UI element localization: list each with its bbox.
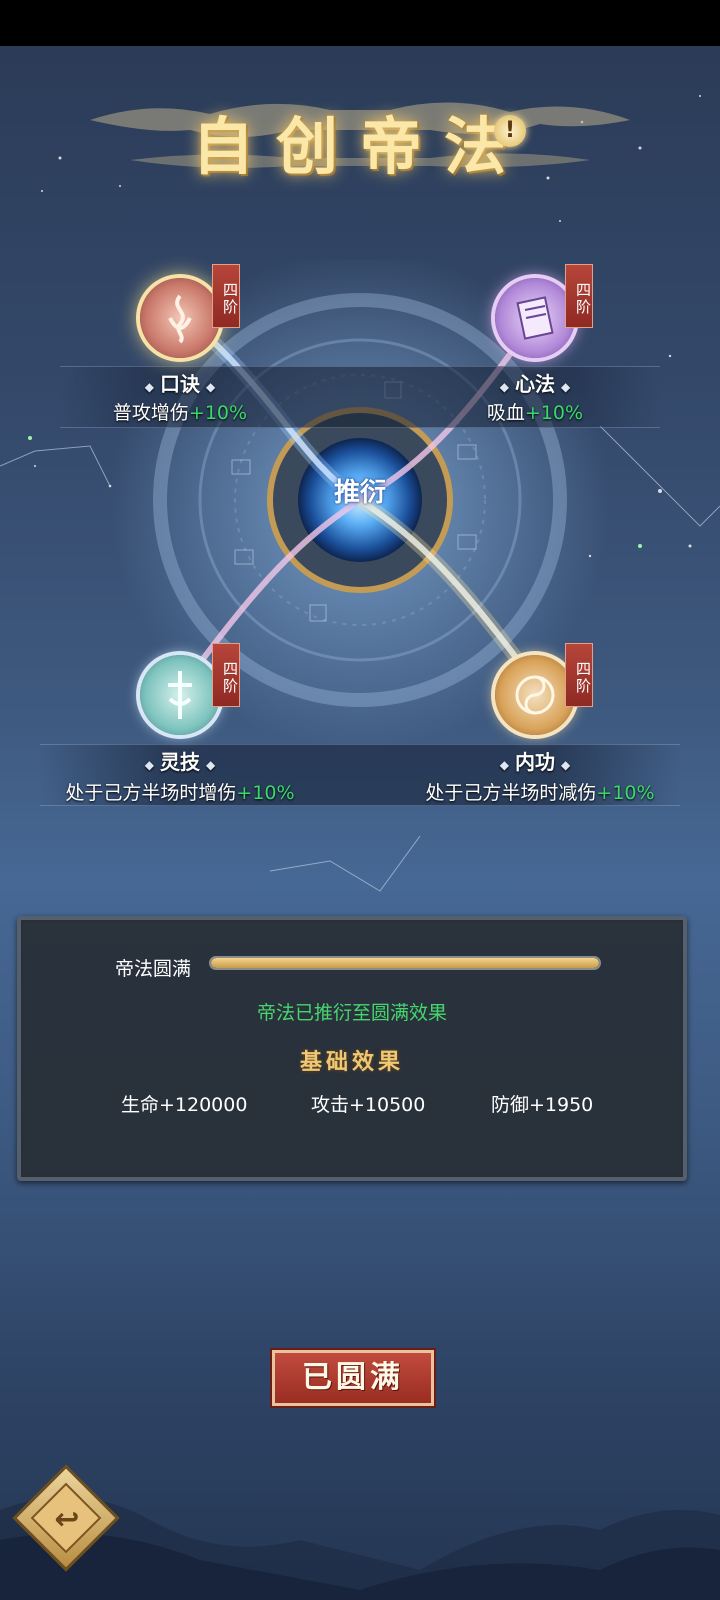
status-bar (0, 0, 720, 46)
node-name-lingji[interactable]: ◆ 灵技 ◆ (110, 746, 250, 776)
deduction-wheel (110, 260, 610, 750)
rank-tag-koujue: 四阶 (212, 264, 240, 328)
diamond-right-icon: ◆ (561, 380, 571, 394)
stat-attack: 攻击+10500 (311, 1094, 426, 1116)
taiji-icon (515, 675, 555, 715)
node-orb-koujue[interactable] (140, 278, 220, 358)
node-orb-lingji[interactable] (140, 655, 220, 735)
diamond-left-icon: ◆ (499, 380, 509, 394)
status-text: 帝法已推衍至圆满效果 (256, 1002, 447, 1024)
stat-defense: 防御+1950 (491, 1094, 594, 1116)
title-area: 自创帝法 (0, 80, 720, 200)
flame-glyph-icon (168, 294, 192, 344)
node-effect-lingji: 处于己方半场时增伤+10% (65, 782, 295, 804)
back-icon[interactable]: ↩ (44, 1497, 90, 1543)
deduce-core-button[interactable]: 推衍 (320, 478, 400, 508)
diamond-left-icon: ◆ (144, 758, 154, 772)
section-subtitle: 基础效果 (299, 1049, 404, 1075)
diamond-right-icon: ◆ (206, 380, 216, 394)
node-effect-koujue: 普攻增伤+10% (112, 402, 248, 424)
effect-panel: 帝法圆满 帝法已推衍至圆满效果 基础效果 生命+120000 攻击+10500 … (17, 916, 687, 1181)
diamond-left-icon: ◆ (144, 380, 154, 394)
rank-tag-neigong: 四阶 (565, 643, 593, 707)
sword-glyph-icon (168, 671, 192, 719)
node-name-koujue[interactable]: ◆ 口诀 ◆ (110, 368, 250, 398)
node-name-neigong[interactable]: ◆ 内功 ◆ (465, 746, 605, 776)
diamond-right-icon: ◆ (206, 758, 216, 772)
diamond-right-icon: ◆ (561, 758, 571, 772)
diamond-left-icon: ◆ (499, 758, 509, 772)
rank-tag-lingji: 四阶 (212, 643, 240, 707)
complete-button[interactable]: 已圆满 (270, 1348, 436, 1408)
progress-bar (209, 956, 601, 970)
stat-hp: 生命+120000 (121, 1094, 248, 1116)
page-title: 自创帝法 (191, 110, 528, 183)
node-orb-xinfa[interactable] (495, 278, 575, 358)
rank-tag-xinfa: 四阶 (565, 264, 593, 328)
info-icon[interactable]: ! (494, 115, 526, 147)
scroll-icon (516, 296, 554, 340)
node-orb-neigong[interactable] (495, 655, 575, 735)
progress-fill (211, 958, 599, 968)
node-effect-neigong: 处于己方半场时减伤+10% (425, 782, 655, 804)
progress-label: 帝法圆满 (115, 958, 192, 980)
node-name-xinfa[interactable]: ◆ 心法 ◆ (465, 368, 605, 398)
node-effect-xinfa: 吸血+10% (486, 402, 584, 424)
